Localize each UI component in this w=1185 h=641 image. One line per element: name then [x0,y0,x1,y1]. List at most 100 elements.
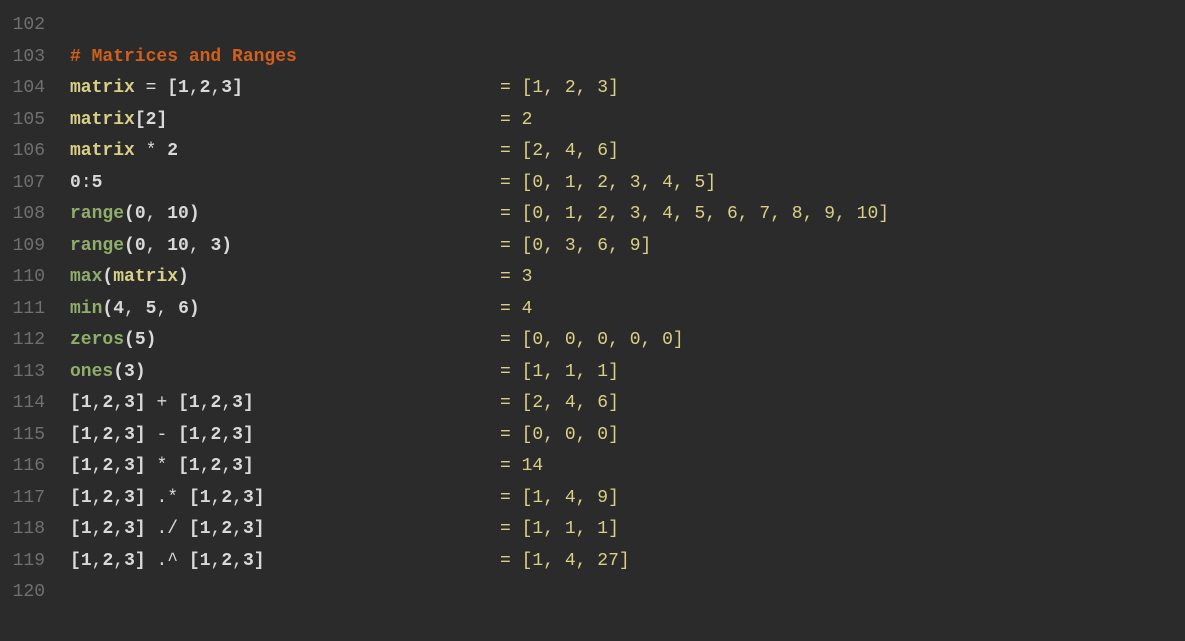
token: ] [608,141,619,161]
token: = [500,425,522,445]
line-content[interactable]: 0:5= [0, 1, 2, 3, 4, 5] [70,168,1185,200]
token: 9 [597,488,608,508]
code-editor[interactable]: 102103# Matrices and Ranges104matrix = [… [0,10,1185,609]
code-line[interactable]: 120 [0,577,1185,609]
line-content[interactable]: range(0, 10)= [0, 1, 2, 3, 4, 5, 6, 7, 8… [70,199,1185,231]
code-line[interactable]: 116[1,2,3] * [1,2,3]= 14 [0,451,1185,483]
token: 0 [597,330,608,350]
token: , [211,519,222,539]
expression[interactable]: [1,2,3] + [1,2,3] [70,388,500,420]
token: = [500,78,522,98]
token: 6 [597,393,608,413]
line-content[interactable]: max(matrix)= 3 [70,262,1185,294]
line-content[interactable]: matrix * 2= [2, 4, 6] [70,136,1185,168]
code-line[interactable]: 102 [0,10,1185,42]
expression[interactable]: [1,2,3] - [1,2,3] [70,420,500,452]
line-number: 103 [0,42,70,74]
expression[interactable]: max(matrix) [70,262,500,294]
line-content[interactable]: # Matrices and Ranges [70,42,1185,74]
line-content[interactable]: [1,2,3] - [1,2,3]= [0, 0, 0] [70,420,1185,452]
expression[interactable]: matrix * 2 [70,136,500,168]
expression[interactable]: [1,2,3] * [1,2,3] [70,451,500,483]
line-content[interactable]: [1,2,3] + [1,2,3]= [2, 4, 6] [70,388,1185,420]
token: , [113,519,124,539]
token: 0 [70,173,81,193]
result: = [1, 1, 1] [500,514,1185,546]
token: [ [70,425,81,445]
line-content[interactable]: [1,2,3] .^ [1,2,3]= [1, 4, 27] [70,546,1185,578]
line-content[interactable]: min(4, 5, 6)= 4 [70,294,1185,326]
expression[interactable]: [1,2,3] .^ [1,2,3] [70,546,500,578]
expression[interactable]: ones(3) [70,357,500,389]
result: = [0, 1, 2, 3, 4, 5, 6, 7, 8, 9, 10] [500,199,1185,231]
line-content[interactable]: range(0, 10, 3)= [0, 3, 6, 9] [70,231,1185,263]
line-content[interactable]: zeros(5)= [0, 0, 0, 0, 0] [70,325,1185,357]
line-content[interactable]: [1,2,3] ./ [1,2,3]= [1, 1, 1] [70,514,1185,546]
token: 3 [232,393,243,413]
token: [ [522,362,533,382]
token: ] [673,330,684,350]
code-line[interactable]: 113ones(3)= [1, 1, 1] [0,357,1185,389]
line-number: 117 [0,483,70,515]
token: 1 [200,519,211,539]
line-number: 105 [0,105,70,137]
token: 1 [81,393,92,413]
line-content[interactable]: ones(3)= [1, 1, 1] [70,357,1185,389]
code-line[interactable]: 111min(4, 5, 6)= 4 [0,294,1185,326]
token: 2 [597,173,608,193]
token: ( [102,267,113,287]
code-line[interactable]: 110max(matrix)= 3 [0,262,1185,294]
token: 6 [178,299,189,319]
token: 1 [565,519,576,539]
line-content[interactable]: matrix = [1,2,3]= [1, 2, 3] [70,73,1185,105]
token: , [641,330,663,350]
expression[interactable]: range(0, 10) [70,199,500,231]
result: = [1, 1, 1] [500,357,1185,389]
code-line[interactable]: 105matrix[2]= 2 [0,105,1185,137]
code-line[interactable]: 1070:5= [0, 1, 2, 3, 4, 5] [0,168,1185,200]
code-line[interactable]: 117[1,2,3] .* [1,2,3]= [1, 4, 9] [0,483,1185,515]
code-line[interactable]: 119[1,2,3] .^ [1,2,3]= [1, 4, 27] [0,546,1185,578]
line-content[interactable]: matrix[2]= 2 [70,105,1185,137]
token: , [543,425,565,445]
token: , [576,330,598,350]
code-line[interactable]: 114[1,2,3] + [1,2,3]= [2, 4, 6] [0,388,1185,420]
code-line[interactable]: 115[1,2,3] - [1,2,3]= [0, 0, 0] [0,420,1185,452]
token: range [70,236,124,256]
expression[interactable]: # Matrices and Ranges [70,42,500,74]
token: , [113,551,124,571]
line-content[interactable]: [1,2,3] * [1,2,3]= 14 [70,451,1185,483]
expression[interactable]: 0:5 [70,168,500,200]
expression[interactable]: range(0, 10, 3) [70,231,500,263]
result: = [2, 4, 6] [500,388,1185,420]
token: 0 [532,173,543,193]
code-line[interactable]: 104matrix = [1,2,3]= [1, 2, 3] [0,73,1185,105]
expression[interactable]: min(4, 5, 6) [70,294,500,326]
code-line[interactable]: 118[1,2,3] ./ [1,2,3]= [1, 1, 1] [0,514,1185,546]
token: : [81,173,92,193]
token: [ [70,393,81,413]
token: ] [135,393,146,413]
token: ] [135,425,146,445]
expression[interactable]: zeros(5) [70,325,500,357]
code-line[interactable]: 109range(0, 10, 3)= [0, 3, 6, 9] [0,231,1185,263]
expression[interactable]: [1,2,3] ./ [1,2,3] [70,514,500,546]
code-line[interactable]: 106matrix * 2= [2, 4, 6] [0,136,1185,168]
code-line[interactable]: 108range(0, 10)= [0, 1, 2, 3, 4, 5, 6, 7… [0,199,1185,231]
token: , [543,488,565,508]
expression[interactable]: [1,2,3] .* [1,2,3] [70,483,500,515]
code-line[interactable]: 112zeros(5)= [0, 0, 0, 0, 0] [0,325,1185,357]
line-content[interactable]: [1,2,3] .* [1,2,3]= [1, 4, 9] [70,483,1185,515]
token: 4 [565,393,576,413]
token: , [232,519,243,539]
token: ( [124,236,135,256]
expression[interactable]: matrix = [1,2,3] [70,73,500,105]
token: , [543,173,565,193]
token: , [543,78,565,98]
token: matrix [70,110,135,130]
token: , [543,362,565,382]
code-line[interactable]: 103# Matrices and Ranges [0,42,1185,74]
token: 9 [824,204,835,224]
token: , [92,488,103,508]
expression[interactable]: matrix[2] [70,105,500,137]
